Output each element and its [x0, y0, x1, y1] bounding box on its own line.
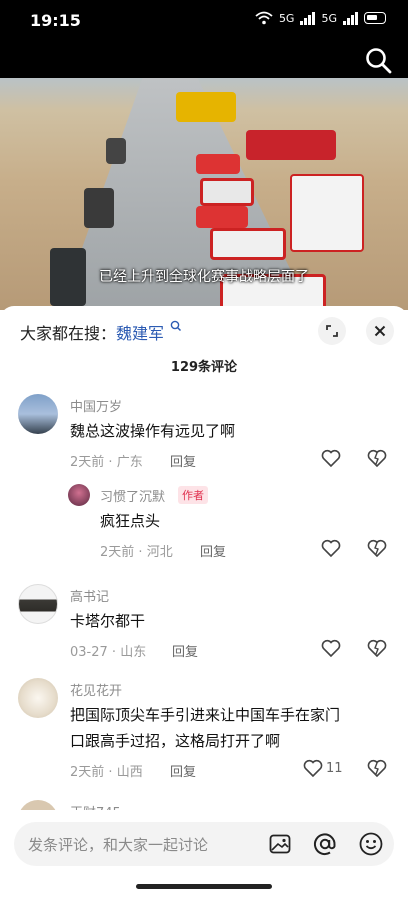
- comment-author[interactable]: 花见花开: [70, 680, 122, 699]
- comment-text[interactable]: 魏总这波操作有远见了啊: [70, 418, 235, 444]
- emoji-icon[interactable]: [358, 831, 384, 857]
- hot-search-prefix: 大家都在搜：: [20, 324, 117, 343]
- dislike-icon[interactable]: [366, 757, 388, 779]
- network-type-1: 5G: [278, 11, 295, 25]
- expand-icon: [326, 325, 338, 337]
- comment-text[interactable]: 疯狂点头: [100, 508, 160, 534]
- comment-count: 129条评论: [170, 360, 238, 375]
- dislike-icon[interactable]: [366, 637, 388, 659]
- avatar[interactable]: [18, 584, 58, 624]
- hot-search[interactable]: 大家都在搜：魏建军: [20, 320, 182, 344]
- tent: [176, 92, 236, 122]
- reply-button[interactable]: 回复: [170, 761, 196, 780]
- like-icon[interactable]: [302, 757, 324, 779]
- status-time: 19:15: [30, 11, 81, 30]
- signal-icon: [300, 11, 316, 25]
- comment-author[interactable]: 习惯了沉默: [100, 486, 165, 505]
- parked-car: [106, 138, 126, 164]
- race-car: [196, 154, 240, 174]
- expand-button[interactable]: [318, 317, 346, 345]
- comment-meta: 03-27 · 山东: [70, 645, 147, 660]
- avatar[interactable]: [18, 678, 58, 718]
- dislike-icon[interactable]: [366, 537, 388, 559]
- like-icon[interactable]: [320, 637, 342, 659]
- comment-meta: 2天前 · 河北: [100, 545, 173, 560]
- comment-input-placeholder: 发条评论，和大家一起讨论: [28, 836, 209, 854]
- video-header: [0, 40, 408, 78]
- race-car: [196, 206, 248, 228]
- wifi-icon: [255, 11, 273, 25]
- image-icon[interactable]: [268, 832, 292, 856]
- author-badge: 作者: [178, 486, 208, 504]
- tent: [246, 130, 336, 160]
- comment-input-bar: 发条评论，和大家一起讨论: [0, 810, 408, 900]
- avatar[interactable]: [68, 484, 90, 506]
- reply-button[interactable]: 回复: [172, 641, 198, 660]
- dislike-icon[interactable]: [366, 447, 388, 469]
- close-button[interactable]: [366, 317, 394, 345]
- close-icon: [374, 325, 386, 337]
- status-icons: 5G 5G: [255, 11, 386, 25]
- at-icon[interactable]: [312, 831, 338, 857]
- like-count: 11: [326, 761, 343, 776]
- comment-author[interactable]: 中国万岁: [70, 396, 122, 415]
- search-icon[interactable]: [364, 46, 394, 76]
- hot-search-keyword[interactable]: 魏建军: [116, 324, 164, 343]
- comment-text-line[interactable]: 口跟高手过招，这格局打开了啊: [70, 728, 280, 754]
- race-car: [200, 178, 254, 206]
- comment-item: 习惯了沉默 作者 疯狂点头 2天前 · 河北 回复: [0, 480, 408, 570]
- like-icon[interactable]: [320, 537, 342, 559]
- comment-meta: 2天前 · 山西: [70, 765, 143, 780]
- video-subtitle: 已经上升到全球化赛事战略层面了: [99, 269, 309, 285]
- search-icon: [170, 320, 182, 332]
- comment-meta: 2天前 · 广东: [70, 455, 143, 470]
- comment-item: 中国万岁 魏总这波操作有远见了啊 2天前 · 广东 回复: [0, 392, 408, 482]
- home-indicator[interactable]: [136, 884, 272, 889]
- race-car: [210, 228, 286, 260]
- like-icon[interactable]: [320, 447, 342, 469]
- reply-button[interactable]: 回复: [170, 451, 196, 470]
- comment-text[interactable]: 卡塔尔都干: [70, 608, 145, 634]
- signal-icon: [343, 11, 358, 25]
- comment-item: 高书记 卡塔尔都干 03-27 · 山东 回复: [0, 580, 408, 670]
- network-type-2: 5G: [321, 11, 337, 25]
- video-frame[interactable]: 已经上升到全球化赛事战略层面了: [0, 78, 408, 310]
- comment-author[interactable]: 高书记: [70, 586, 109, 605]
- battery-icon: [364, 12, 386, 24]
- reply-button[interactable]: 回复: [200, 541, 226, 560]
- team-truck: [290, 174, 364, 252]
- status-bar: 19:15 5G 5G: [0, 0, 408, 40]
- comment-item: 花见花开 把国际顶尖车手引进来让中国车手在家门 口跟高手过招，这格局打开了啊 2…: [0, 674, 408, 792]
- parked-car: [84, 188, 114, 228]
- avatar[interactable]: [18, 394, 58, 434]
- comment-text-line[interactable]: 把国际顶尖车手引进来让中国车手在家门: [70, 702, 340, 728]
